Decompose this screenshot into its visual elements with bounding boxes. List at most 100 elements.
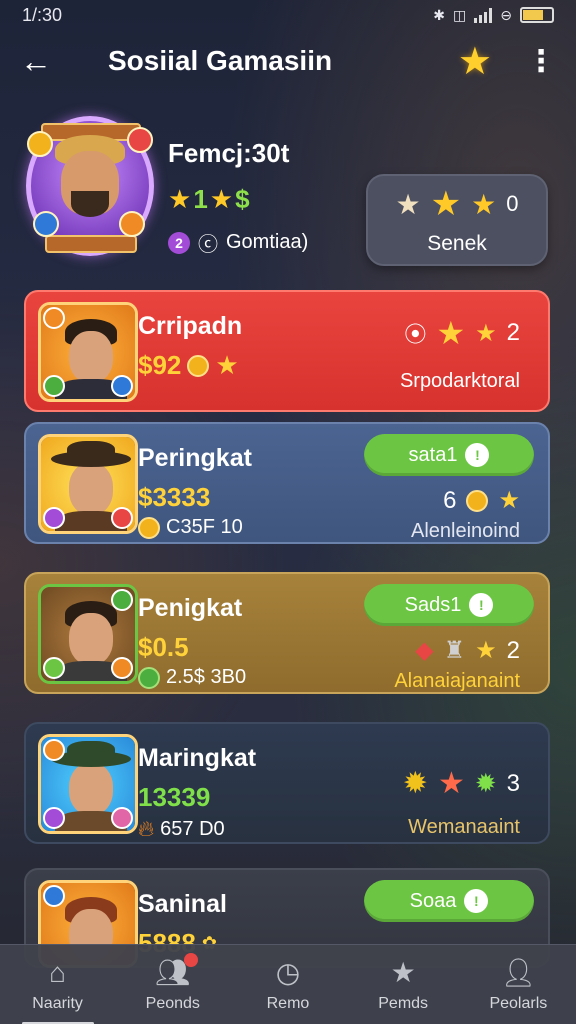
- card-icons: ✹ ★ ✹ 3: [403, 766, 520, 801]
- more-vertical-icon[interactable]: ⋮: [526, 44, 556, 79]
- senek-label: Senek: [427, 232, 487, 255]
- nav-label: Naarity: [32, 994, 83, 1012]
- card-icons-count: 2: [506, 319, 520, 346]
- avatar-beard: [71, 191, 109, 217]
- data-icon: ⊖: [500, 6, 512, 23]
- leaderboard-card[interactable]: Penigkat $0.5 2.5$ 3B0 Sads1 ! ◆ ♜ ★ 2 A…: [24, 572, 550, 694]
- card-sub: 🔥︎ 657 D0: [138, 816, 225, 842]
- star-icon: ★: [436, 315, 466, 351]
- card-amount: $3333: [138, 482, 211, 512]
- claim-button[interactable]: Soaa !: [364, 880, 534, 922]
- trophy-icon: ♜: [443, 637, 466, 664]
- card-sub-text: C35F 10: [166, 516, 243, 538]
- flame-icon: 🔥︎: [138, 816, 155, 841]
- red-badge-icon: [111, 507, 133, 529]
- card-tag: Alenleinoind: [411, 520, 520, 542]
- card-icons-count: 3: [506, 769, 520, 797]
- check-icon: [138, 666, 160, 689]
- card-sub-text: 657 D0: [160, 817, 225, 840]
- blue-badge-icon: [111, 375, 133, 397]
- claim-button-label: sata1: [408, 443, 458, 466]
- avatar[interactable]: [26, 116, 154, 256]
- orange-badge-icon: [111, 657, 133, 679]
- card-icons-count: 6: [443, 486, 457, 514]
- notification-badge: [183, 952, 198, 967]
- star-icon[interactable]: ★: [458, 39, 492, 84]
- coin-badge-icon: [27, 131, 53, 157]
- star-icon: ★: [475, 319, 497, 347]
- blue-badge-icon: [43, 885, 65, 907]
- card-amount: 13339: [138, 782, 211, 812]
- nav-label: Remo: [266, 994, 310, 1012]
- star-icon: ★: [209, 184, 234, 214]
- signal-icon: [474, 7, 493, 23]
- bluetooth-icon: ✱: [433, 6, 446, 23]
- senek-stars: ★ ★ ★ 0: [396, 184, 519, 224]
- orange-badge-icon: [119, 211, 145, 237]
- profile-stars-extra: $: [235, 184, 250, 214]
- gem-icon: ◆: [415, 637, 434, 664]
- leaderboard-card[interactable]: Crripadn $92 ★ ⦿ ★ ★ 2 Srpodarktoral: [24, 290, 550, 412]
- info-icon: !: [469, 593, 494, 617]
- avatar: [38, 434, 138, 534]
- star-icon: ★: [168, 184, 192, 214]
- claim-button[interactable]: Sads1 !: [364, 584, 534, 626]
- green-medal-icon: ✹: [474, 768, 497, 798]
- card-name: Crripadn: [138, 312, 243, 340]
- info-icon: !: [464, 889, 489, 913]
- green-badge-icon: [43, 375, 65, 397]
- status-bar: 1/:30 ✱ ◫ ⊖: [0, 0, 576, 30]
- nav-item-badges[interactable]: ★ Pemds: [348, 957, 458, 1013]
- coin-icon: [466, 489, 489, 512]
- orange-badge-icon: [43, 739, 65, 761]
- arrow-left-icon[interactable]: ←: [20, 43, 60, 80]
- battery-icon: [520, 7, 554, 23]
- blue-gem-badge-icon: [33, 211, 59, 237]
- card-icons: ◆ ♜ ★ 2: [415, 636, 520, 665]
- lime-badge-icon: [43, 657, 65, 679]
- senek-button[interactable]: ★ ★ ★ 0 Senek: [366, 174, 548, 266]
- coin-icon: [138, 516, 160, 539]
- nav-item-home[interactable]: ⌂ Naarity: [3, 956, 113, 1024]
- leaderboard-card[interactable]: Maringkat 13339 🔥︎ 657 D0 ✹ ★ ✹ 3 Wemana…: [24, 722, 550, 844]
- profile-meta-text: Gomtiaa): [226, 231, 309, 253]
- star-icon: ★: [430, 185, 462, 223]
- claim-button[interactable]: sata1 !: [364, 434, 534, 476]
- profile-stars: ★ 1 ★ $: [168, 184, 250, 215]
- star-icon: ★: [498, 487, 520, 514]
- red-gem-badge-icon: [127, 127, 153, 153]
- status-icons: ✱ ◫ ⊖: [433, 7, 554, 24]
- avatar-banner-bottom: [45, 235, 137, 253]
- bottom-nav: ⌂ Naarity 👥︎ Peonds ◷ Remo ★ Pemds 👤︎ Pe…: [0, 944, 576, 1024]
- nav-label: Pemds: [378, 994, 429, 1012]
- leaderboard-card[interactable]: Peringkat $3333 C35F 10 sata1 ! 6 ★ Alen…: [24, 422, 550, 544]
- nav-item-friends[interactable]: 👥︎ Peonds: [118, 952, 228, 1013]
- star-icon: ★: [475, 637, 497, 664]
- card-icons: ⦿ ★ ★ 2: [404, 314, 520, 352]
- card-name: Peringkat: [138, 444, 252, 472]
- card-icons-count: 2: [506, 636, 520, 664]
- home-icon: ⌂: [49, 956, 67, 988]
- star-icon: ★: [215, 350, 239, 380]
- nfc-icon: ◫: [453, 6, 467, 23]
- card-name: Saninal: [138, 890, 227, 918]
- profile-section: Femcj:30t ★ 1 ★ $ 2 ⓒ Gomtiaa) ★ ★ ★ 0 S…: [22, 112, 556, 272]
- card-sub: C35F 10: [138, 516, 243, 539]
- card-sub: 2.5$ 3B0: [138, 666, 246, 689]
- card-icons: 6 ★: [443, 486, 520, 515]
- profile-icon: 👤︎: [500, 957, 537, 988]
- card-amount-value: $92: [138, 350, 182, 380]
- card-tag: Alanaiajanaint: [394, 670, 520, 692]
- card-name: Maringkat: [138, 744, 257, 772]
- card-tag: Wemanaaint: [408, 816, 520, 838]
- avatar: [38, 302, 138, 402]
- purple-badge-icon: [43, 807, 65, 829]
- claim-button-label: Sads1: [404, 593, 462, 616]
- avatar: [38, 734, 138, 834]
- nav-item-clock[interactable]: ◷ Remo: [233, 957, 343, 1013]
- status-time: 1/:30: [22, 4, 63, 25]
- claim-button-label: Soaa: [409, 889, 457, 912]
- nav-item-profile[interactable]: 👤︎ Peolarls: [463, 957, 573, 1013]
- profile-name: Femcj:30t: [168, 138, 290, 168]
- level-badge: 2: [168, 231, 190, 254]
